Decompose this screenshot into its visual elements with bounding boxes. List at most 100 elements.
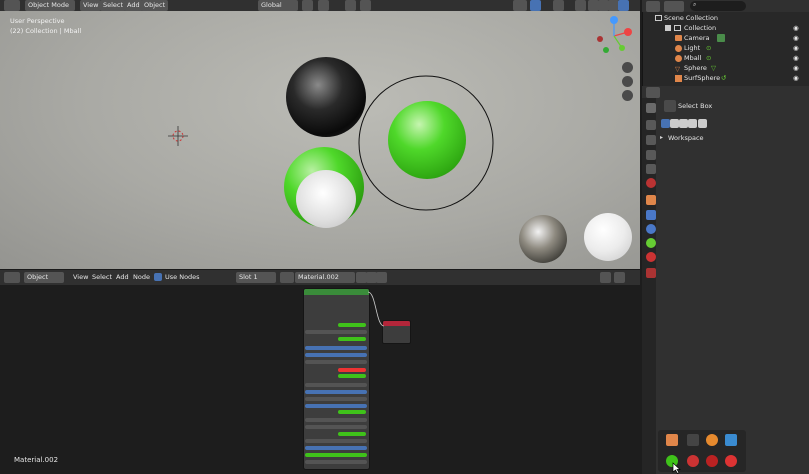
output-tab-icon[interactable] (646, 135, 656, 145)
eye-icon[interactable]: ◉ (793, 43, 799, 53)
scene-tab-icon[interactable] (646, 164, 656, 174)
mode-intersect-icon[interactable] (698, 119, 707, 128)
texture-tab-icon[interactable] (646, 268, 656, 278)
object-dropdown[interactable]: Object (24, 272, 64, 283)
bsdf-row-ior[interactable] (305, 383, 367, 387)
use-nodes-checkbox[interactable] (154, 273, 162, 281)
orientation-dropdown[interactable]: Global (258, 0, 298, 11)
mode-dropdown[interactable]: Object Mode (25, 0, 75, 11)
eye-icon[interactable]: ◉ (793, 23, 799, 33)
constraint-tab-icon[interactable] (646, 238, 656, 248)
pivot-icon[interactable] (302, 0, 313, 11)
pan-icon[interactable] (622, 76, 633, 87)
gallery-icon[interactable] (725, 434, 737, 446)
bsdf-node-header[interactable] (304, 289, 369, 295)
signal-icon[interactable] (687, 434, 699, 446)
bsdf-row-subsurface[interactable] (305, 330, 367, 334)
material-output-node[interactable] (382, 320, 411, 344)
bsdf-row-anisotropic[interactable] (305, 446, 367, 450)
menu-select[interactable]: Select (100, 0, 127, 11)
outliner-row-sphere[interactable]: ▽ Sphere ▽ ◉ (655, 63, 809, 73)
blender-logo-icon[interactable] (706, 434, 718, 446)
shading-rendered-icon[interactable] (618, 0, 629, 11)
mball-dark-sphere[interactable] (286, 57, 366, 137)
outliner-row-surfsphere[interactable]: SurfSphere ↺ ◉ (655, 73, 809, 83)
falloff-icon[interactable] (360, 0, 371, 11)
node-editor-type-icon[interactable] (4, 272, 20, 283)
object-tab-icon[interactable] (646, 195, 656, 205)
proportional-icon[interactable] (345, 0, 356, 11)
bsdf-row-roughness[interactable] (305, 360, 367, 364)
menu-object[interactable]: Object (141, 0, 169, 11)
material-name-field[interactable]: Material.002 (295, 272, 355, 283)
outliner-row-mball[interactable]: Mball ⊙ ◉ (655, 53, 809, 63)
bsdf-row-clearcoat-normal[interactable] (305, 425, 367, 429)
outliner-row-collection[interactable]: Collection ◉ (655, 23, 809, 33)
bsdf-row-subsurface-color[interactable] (338, 337, 366, 341)
eye-icon[interactable]: ◉ (793, 33, 799, 43)
mode-invert-icon[interactable] (688, 119, 697, 128)
node-overlay-icon[interactable] (600, 272, 611, 283)
bsdf-row-thin-film[interactable] (305, 453, 367, 457)
menu-view[interactable]: View (80, 0, 102, 11)
physics-tab-icon[interactable] (646, 224, 656, 234)
bsdf-row-emission[interactable] (338, 368, 366, 372)
tool-tab-icon[interactable] (646, 103, 656, 113)
bsdf-row-metallic[interactable] (305, 346, 367, 350)
gizmo-icon[interactable] (530, 0, 541, 11)
mode-extend-icon[interactable] (670, 119, 679, 128)
outliner-type-icon[interactable] (646, 1, 660, 12)
camera-view-icon[interactable] (622, 90, 633, 101)
slot-dropdown[interactable]: Slot 1 (236, 272, 276, 283)
mode-set-icon[interactable] (661, 119, 670, 128)
bsdf-row-weight[interactable] (305, 439, 367, 443)
bsdf-row-clearcoat[interactable] (305, 404, 367, 408)
white-sphere-inner[interactable] (296, 170, 356, 228)
snap-icon[interactable] (318, 0, 329, 11)
bsdf-row-transmission[interactable] (305, 390, 367, 394)
eye-icon[interactable]: ◉ (793, 63, 799, 73)
outliner-row-camera[interactable]: Camera ◉ (655, 33, 809, 43)
properties-type-icon[interactable] (646, 87, 660, 98)
unlink-icon[interactable] (376, 272, 387, 283)
outliner-funnel-icon[interactable] (776, 1, 787, 12)
white-sphere-right[interactable] (584, 213, 632, 261)
navigation-gizmo[interactable] (592, 14, 636, 58)
object-tool-icon[interactable] (666, 434, 678, 446)
xray-icon[interactable] (575, 0, 586, 11)
outliner-row-light[interactable]: Light ⊙ ◉ (655, 43, 809, 53)
material-browse-icon[interactable] (280, 272, 294, 283)
world-tab-icon[interactable] (646, 178, 656, 188)
outliner-row-scene-collection[interactable]: Scene Collection (655, 13, 809, 23)
bsdf-row-alpha[interactable] (338, 410, 366, 414)
node-menu-add[interactable]: Add (116, 272, 129, 283)
node-menu-view[interactable]: View (73, 272, 88, 283)
data-tab-icon[interactable] (646, 252, 656, 262)
bsdf-row-base-color[interactable] (338, 323, 366, 327)
mode-subtract-icon[interactable] (679, 119, 688, 128)
bandwidth-icon[interactable] (706, 455, 718, 467)
menu-add[interactable]: Add (124, 0, 143, 11)
bsdf-row-specular[interactable] (305, 353, 367, 357)
pin-icon[interactable] (389, 272, 400, 283)
eye-icon[interactable]: ◉ (793, 73, 799, 83)
workspace-panel[interactable]: ▸ Workspace (660, 134, 806, 144)
chrome-sphere[interactable] (519, 215, 567, 263)
editor-type-icon[interactable] (4, 0, 20, 11)
output-node-header[interactable] (383, 321, 410, 326)
eye-icon[interactable]: ◉ (793, 53, 799, 63)
zoom-icon[interactable] (622, 62, 633, 73)
node-menu-select[interactable]: Select (92, 272, 112, 283)
select-box-tool-icon[interactable] (664, 100, 676, 112)
overlay-icon[interactable] (553, 0, 564, 11)
bsdf-row-sheen[interactable] (305, 397, 367, 401)
outliner-search-input[interactable]: ⌕ (690, 1, 746, 11)
outliner-filter-icon[interactable] (664, 1, 684, 12)
render-tab-icon[interactable] (646, 120, 656, 130)
modifier-tab-icon[interactable] (646, 210, 656, 220)
collection-checkbox[interactable] (665, 25, 671, 31)
bsdf-row-normal[interactable] (305, 418, 367, 422)
node-snap-icon[interactable] (614, 272, 625, 283)
network-icon[interactable] (687, 455, 699, 467)
bsdf-row-emission-strength[interactable] (338, 374, 366, 378)
